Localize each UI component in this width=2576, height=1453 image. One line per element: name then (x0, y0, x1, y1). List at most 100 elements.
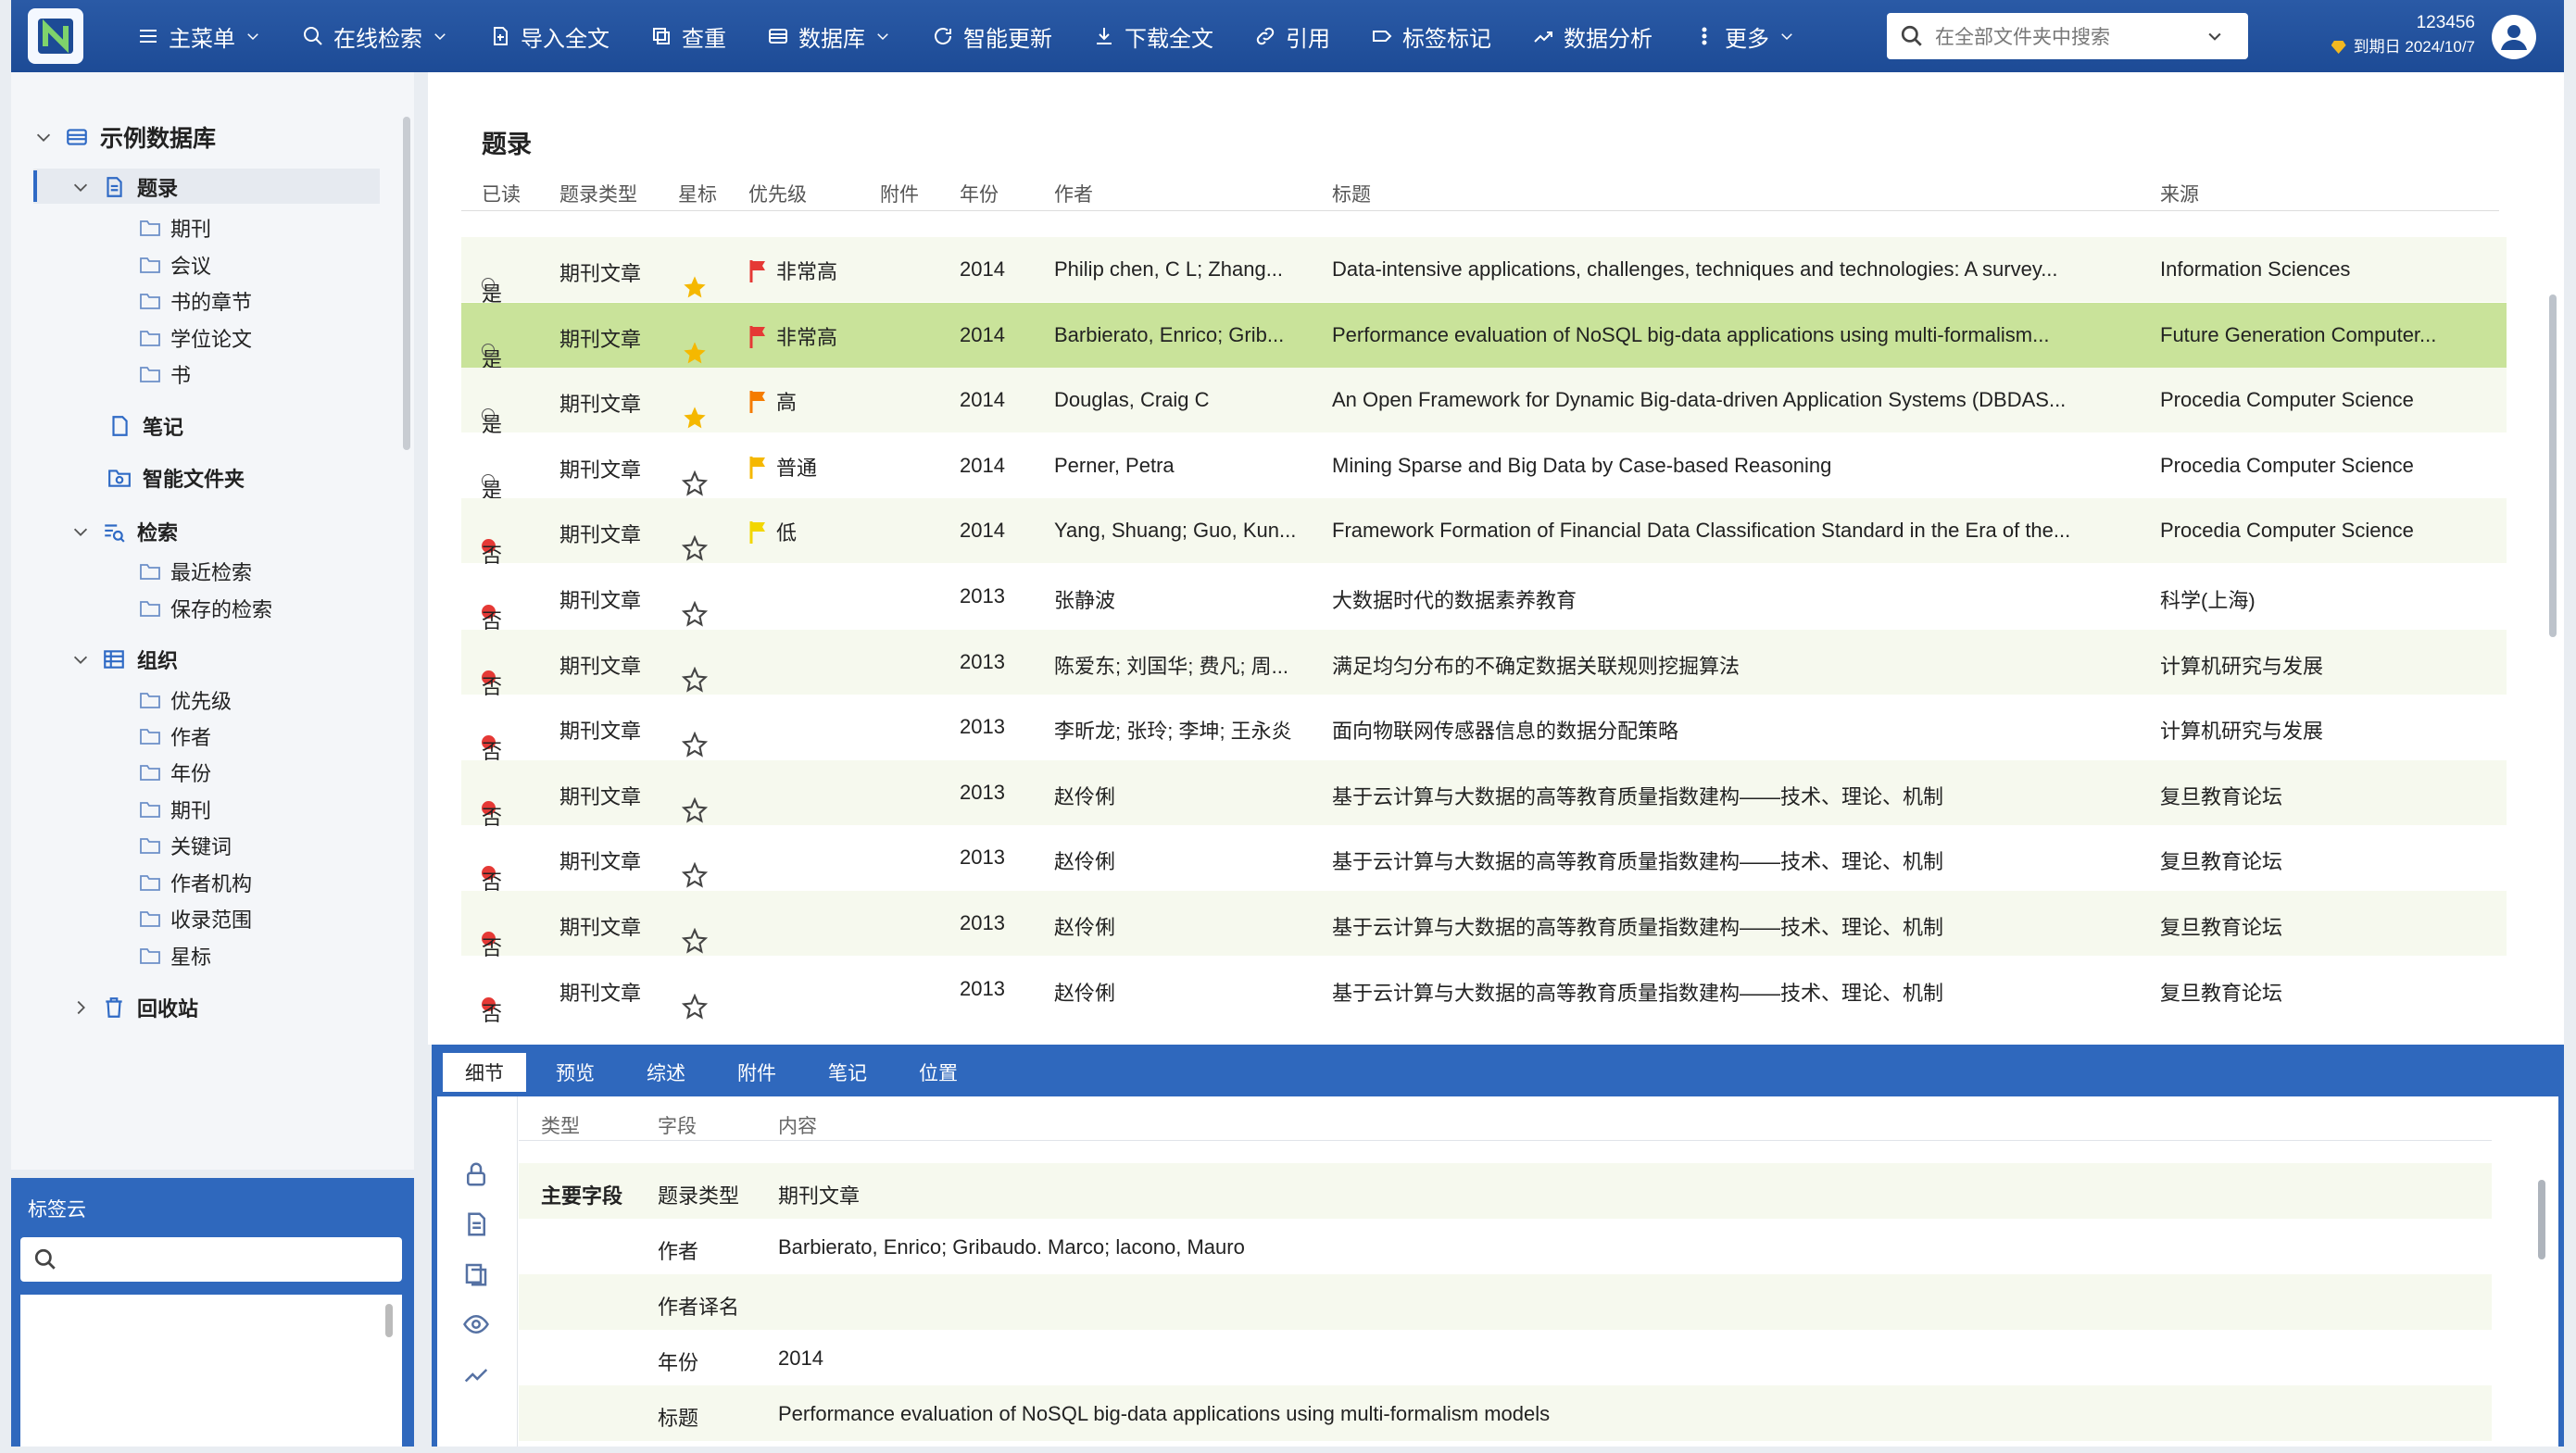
chevron-down-icon[interactable] (33, 127, 54, 147)
tree-item-notes[interactable]: 笔记 (107, 411, 183, 441)
detail-row[interactable]: 作者译名 (519, 1274, 2492, 1330)
priority-flag[interactable]: 非常高 (748, 256, 837, 285)
detail-field-value[interactable]: 2014 (778, 1347, 823, 1371)
table-row[interactable]: 否期刊文章 2013 赵伶俐 基于云计算与大数据的高等教育质量指数建构——技术、理论、… (461, 891, 2507, 959)
tree-item-book[interactable]: 书 (139, 359, 191, 389)
chevron-down-icon[interactable] (70, 521, 91, 542)
priority-flag[interactable]: 高 (748, 386, 797, 416)
column-header-priority[interactable]: 优先级 (748, 180, 807, 207)
avatar[interactable] (2492, 15, 2536, 59)
chevron-down-icon (434, 33, 446, 41)
tree-item-periodical[interactable]: 期刊 (139, 795, 211, 824)
tree-item-book-chapter[interactable]: 书的章节 (139, 286, 252, 316)
folder-icon (140, 875, 160, 891)
online-search-button[interactable]: 在线检索 (302, 20, 448, 53)
tree-item-conference[interactable]: 会议 (139, 250, 211, 280)
column-header-author[interactable]: 作者 (1054, 180, 1093, 207)
tree-item-organize[interactable]: 组织 (70, 645, 178, 674)
folder-icon (140, 693, 160, 708)
table-row[interactable]: 否期刊文章低 2014 Yang, Shuang; Guo, Kun... Frame… (461, 498, 2507, 567)
copy-button[interactable] (450, 1252, 502, 1296)
chevron-down-icon[interactable] (70, 177, 91, 197)
tree-item-records[interactable]: 题录 (70, 172, 178, 202)
download-icon (1097, 28, 1112, 44)
column-header-attachment[interactable]: 附件 (880, 180, 919, 207)
chevron-down-icon[interactable] (2205, 27, 2224, 45)
tree-item-recycle-bin[interactable]: 回收站 (70, 993, 198, 1022)
main-menu-button[interactable]: 主菜单 (137, 20, 261, 53)
tab-preview[interactable]: 预览 (534, 1053, 617, 1092)
database-icon (67, 129, 87, 145)
detail-field-value[interactable]: Performance evaluation of NoSQL big-data… (778, 1402, 1550, 1426)
list-scrollbar[interactable] (2549, 294, 2557, 637)
duplicate-check-button[interactable]: 查重 (650, 20, 726, 53)
table-row[interactable]: 否期刊文章 2013 张静波 大数据时代的数据素养教育 科学(上海) (461, 564, 2507, 633)
tab-details[interactable]: 细节 (439, 1053, 526, 1092)
tree-item-coverage[interactable]: 收录范围 (139, 904, 252, 933)
trend-button[interactable] (450, 1352, 502, 1397)
detail-row[interactable]: 标题 Performance evaluation of NoSQL big-da… (519, 1385, 2492, 1441)
detail-row[interactable]: 主要字段 题录类型 期刊文章 (519, 1163, 2492, 1219)
priority-flag[interactable]: 低 (748, 517, 797, 546)
priority-flag[interactable]: 非常高 (748, 321, 837, 351)
tree-item-saved-search[interactable]: 保存的检索 (139, 594, 272, 623)
column-header-star[interactable]: 星标 (678, 180, 717, 207)
detail-field-value[interactable]: 期刊文章 (778, 1180, 860, 1209)
column-header-year[interactable]: 年份 (960, 180, 999, 207)
document-button[interactable] (450, 1202, 502, 1246)
record-author: 李昕龙; 张玲; 李坤; 王永炎 (1054, 720, 1292, 744)
table-row[interactable]: 否期刊文章 2013 陈爱东; 刘国华; 费凡; 周... 满足均匀分布的不确定数据关… (461, 629, 2507, 698)
chevron-down-icon[interactable] (70, 649, 91, 670)
tree-item-journals[interactable]: 期刊 (139, 213, 211, 243)
tree-item-label: 优先级 (170, 690, 232, 713)
tab-location[interactable]: 位置 (897, 1053, 980, 1092)
table-row[interactable]: 否期刊文章 2013 李昕龙; 张玲; 李坤; 王永炎 面向物联网传感器信息的数据分配… (461, 695, 2507, 763)
table-row[interactable]: 否期刊文章 2013 赵伶俐 基于云计算与大数据的高等教育质量指数建构——技术、理论、… (461, 759, 2507, 829)
tree-item-search[interactable]: 检索 (70, 517, 178, 546)
download-fulltext-button[interactable]: 下载全文 (1093, 20, 1213, 53)
table-row[interactable]: 是期刊文章 普通 2014 Perner, Petra Mining Sparse an… (461, 433, 2507, 502)
database-button[interactable]: 数据库 (767, 20, 891, 53)
chevron-right-icon[interactable] (70, 997, 91, 1018)
column-header-source[interactable]: 来源 (2160, 180, 2199, 207)
column-header-type[interactable]: 题录类型 (559, 180, 637, 207)
data-analysis-button[interactable]: 数据分析 (1532, 20, 1652, 53)
details-scrollbar[interactable] (2538, 1180, 2545, 1259)
tree-item-author[interactable]: 作者 (139, 721, 211, 751)
table-row[interactable]: 否期刊文章 2013 赵伶俐 基于云计算与大数据的高等教育质量指数建构——技术、理论、… (461, 825, 2507, 894)
tag-mark-button[interactable]: 标签标记 (1371, 20, 1491, 53)
table-row[interactable]: 是期刊文章 非常高 2014 Philip chen, C L; Zhang... Da… (461, 237, 2507, 306)
priority-flag[interactable]: 普通 (748, 452, 817, 482)
view-button[interactable] (450, 1302, 502, 1347)
column-header-read[interactable]: 已读 (482, 180, 521, 207)
folder-icon (140, 257, 160, 273)
tab-notes[interactable]: 笔记 (806, 1053, 889, 1092)
detail-field-value[interactable]: Barbierato, Enrico; Gribaudo. Marco; lac… (778, 1235, 1245, 1259)
tag-search-input[interactable] (20, 1237, 402, 1282)
tree-item-affiliation[interactable]: 作者机构 (139, 868, 252, 897)
table-row[interactable]: 否期刊文章 2013 赵伶俐 基于云计算与大数据的高等教育质量指数建构——技术、理论、… (461, 957, 2507, 1025)
lock-button[interactable] (450, 1152, 502, 1196)
tree-item-smart-folder[interactable]: 智能文件夹 (107, 463, 245, 493)
tree-scrollbar[interactable] (403, 117, 410, 450)
tree-item-priority[interactable]: 优先级 (139, 685, 232, 715)
tab-review[interactable]: 综述 (624, 1053, 708, 1092)
tree-item-recent-search[interactable]: 最近检索 (139, 557, 252, 586)
tree-root-database[interactable]: 示例数据库 (33, 120, 216, 154)
more-button[interactable]: 更多 (1693, 20, 1795, 53)
cite-button[interactable]: 引用 (1254, 20, 1330, 53)
tree-item-keywords[interactable]: 关键词 (139, 831, 232, 860)
import-fulltext-button[interactable]: 导入全文 (489, 20, 609, 53)
column-header-title[interactable]: 标题 (1332, 180, 1371, 207)
tag-cloud-scrollbar[interactable] (385, 1304, 393, 1337)
tree-item-year[interactable]: 年份 (139, 758, 211, 787)
tree-item-thesis[interactable]: 学位论文 (139, 323, 252, 353)
folder-search-input[interactable]: 在全部文件夹中搜索 (1887, 13, 2248, 59)
detail-row[interactable]: 作者 Barbierato, Enrico; Gribaudo. Marco; l… (519, 1219, 2492, 1274)
table-row[interactable]: 是期刊文章 非常高 2014 Barbierato, Enrico; Grib... P… (461, 302, 2507, 371)
smart-update-button[interactable]: 智能更新 (932, 20, 1052, 53)
table-row[interactable]: 是期刊文章高 2014 Douglas, Craig C An Open Framew… (461, 368, 2507, 436)
tree-item-starred[interactable]: 星标 (139, 941, 211, 971)
detail-row[interactable]: 年份 2014 (519, 1330, 2492, 1385)
tab-attachments[interactable]: 附件 (715, 1053, 798, 1092)
